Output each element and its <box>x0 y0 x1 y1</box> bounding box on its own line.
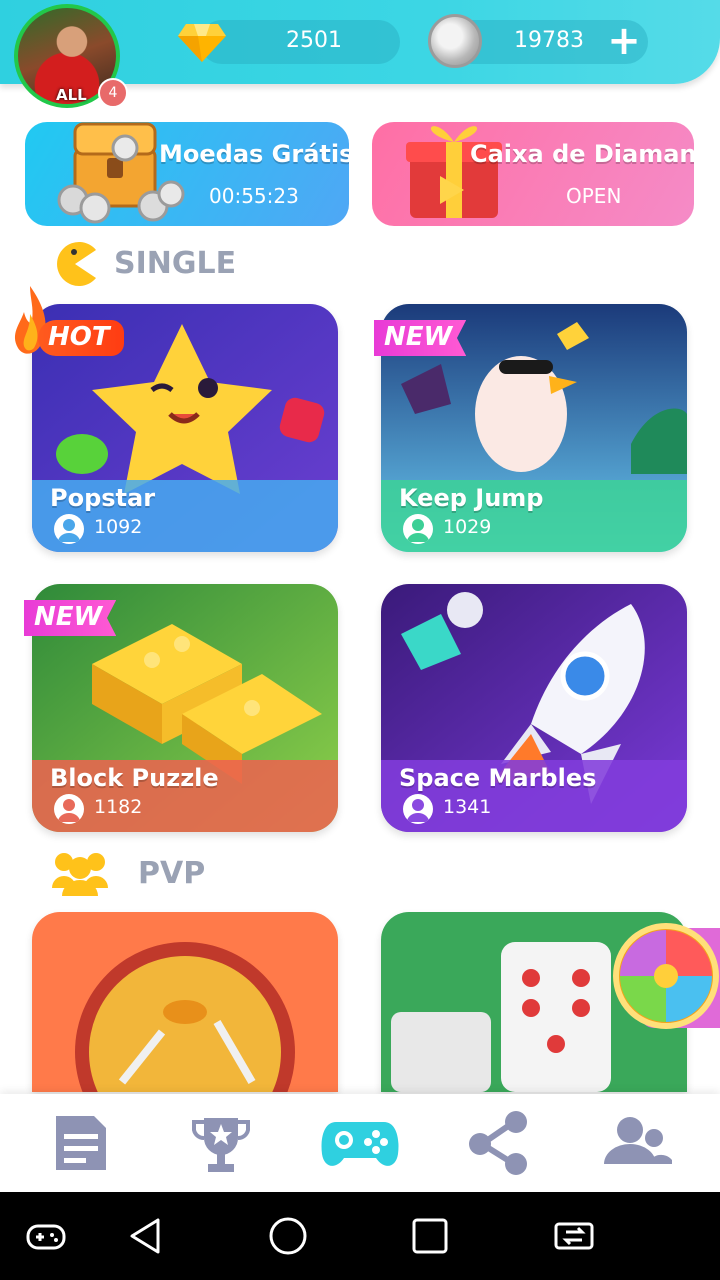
notification-badge: 4 <box>98 78 128 108</box>
player-count: 1341 <box>443 796 492 818</box>
coins-value: 19783 <box>514 28 584 53</box>
system-navigation-bar <box>0 1192 720 1280</box>
game-card-pizza[interactable] <box>32 912 338 1092</box>
nav-news[interactable] <box>46 1108 116 1178</box>
pizza-artwork <box>32 912 338 1092</box>
add-coins-icon[interactable]: + <box>606 21 642 61</box>
diamond-box-title: Caixa de Diamante <box>470 140 694 168</box>
free-coins-title: Moedas Grátis <box>159 140 349 168</box>
card-footer: Keep Jump 1029 <box>381 480 687 552</box>
new-tag: NEW <box>24 600 117 636</box>
nav-games[interactable] <box>320 1108 400 1178</box>
screen-switch-icon[interactable] <box>552 1214 596 1258</box>
game-name: Block Puzzle <box>50 764 219 792</box>
diamond-box-banner[interactable]: Caixa de Diamante OPEN <box>372 122 694 226</box>
game-name: Keep Jump <box>399 484 544 512</box>
pacman-icon <box>57 242 96 286</box>
player-count: 1029 <box>443 516 492 538</box>
back-icon[interactable] <box>124 1214 168 1258</box>
card-footer: Popstar 1092 <box>32 480 338 552</box>
player-count: 1182 <box>94 796 143 818</box>
card-footer: Space Marbles 1341 <box>381 760 687 832</box>
group-icon <box>52 853 108 896</box>
game-name: Popstar <box>50 484 156 512</box>
share-icon <box>469 1111 527 1175</box>
player-icon <box>403 514 433 544</box>
recents-icon[interactable] <box>408 1214 452 1258</box>
news-icon <box>56 1116 106 1170</box>
bottom-navigation <box>0 1094 720 1192</box>
treasure-chest-icon <box>57 122 185 224</box>
diamond-icon <box>178 24 226 62</box>
section-single-title: SINGLE <box>114 246 237 281</box>
gems-value: 2501 <box>286 28 342 53</box>
player-icon <box>403 794 433 824</box>
nav-leaderboard[interactable] <box>186 1108 256 1178</box>
free-coins-banner[interactable]: Moedas Grátis 00:55:23 <box>25 122 349 226</box>
gamepad-mode-icon[interactable] <box>24 1214 68 1258</box>
gems-pill[interactable]: 2501 <box>200 20 400 64</box>
nav-friends[interactable] <box>602 1108 672 1178</box>
hot-tag: HOT <box>38 320 124 356</box>
player-count: 1092 <box>94 516 143 538</box>
coin-icon <box>428 14 482 68</box>
friends-icon <box>604 1117 672 1164</box>
section-pvp-title: PVP <box>138 856 206 891</box>
game-card-space-marbles[interactable]: Space Marbles 1341 <box>381 584 687 832</box>
new-tag: NEW <box>374 320 467 356</box>
game-name: Space Marbles <box>399 764 597 792</box>
nav-share[interactable] <box>464 1108 534 1178</box>
free-coins-timer: 00:55:23 <box>209 184 299 208</box>
avatar-name: ALL <box>56 86 87 104</box>
trophy-icon <box>192 1118 250 1172</box>
home-icon[interactable] <box>266 1214 310 1258</box>
card-footer: Block Puzzle 1182 <box>32 760 338 832</box>
diamond-box-status: OPEN <box>566 184 622 208</box>
gamepad-icon <box>321 1122 399 1166</box>
player-icon <box>54 794 84 824</box>
profile-avatar-button[interactable]: ALL 4 <box>12 4 128 108</box>
player-icon <box>54 514 84 544</box>
prize-wheel-icon[interactable] <box>612 922 720 1030</box>
gift-box-icon <box>406 126 502 218</box>
